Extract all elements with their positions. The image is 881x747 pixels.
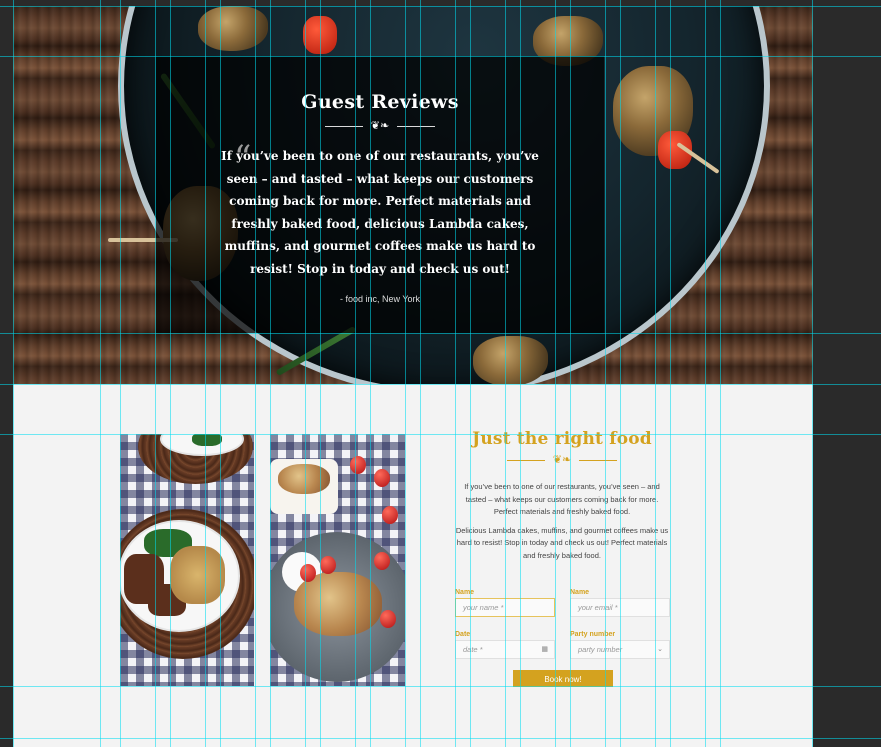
quote-icon: “ [234,138,252,178]
review-text: If you’ve been to one of our restaurants… [221,149,539,276]
calendar-icon[interactable]: ▦ [541,641,548,658]
food-photo-right [270,434,405,686]
ornament-flourish-icon: ❦❧ [325,121,435,133]
section-title: Guest Reviews [301,91,459,113]
date-placeholder: date * [463,645,483,654]
info-paragraph: If you’ve been to one of our restaurants… [464,482,660,516]
food-photo-left [120,434,254,686]
email-label: Name [570,589,590,596]
date-field: Date date * ▦ [455,630,555,659]
booking-section: Just the right food ❦❧ If you’ve been to… [13,384,813,747]
party-number-field: Party number party number ⌄ [570,630,670,659]
name-input[interactable]: your name * [455,598,555,617]
guest-reviews-section: Guest Reviews ❦❧ “ If you’ve been to one… [13,6,813,384]
date-input[interactable]: date * ▦ [455,640,555,659]
review-author: - food inc, New York [339,294,421,304]
date-label: Date [455,631,471,638]
name-label: Name [455,589,475,596]
info-block: Just the right food ❦❧ If you’ve been to… [453,429,671,562]
email-field: Name your email * [570,588,670,617]
name-field: Name your name * [455,588,555,617]
email-input[interactable]: your email * [570,598,670,617]
info-title: Just the right food [472,429,652,449]
book-now-button[interactable]: Book now! [513,670,613,687]
skewer-image [473,336,548,384]
party-number-placeholder: party number [578,645,623,654]
party-number-label: Party number [570,631,616,638]
name-placeholder: your name * [463,603,504,612]
email-placeholder: your email * [578,603,618,612]
party-number-select[interactable]: party number ⌄ [570,640,670,659]
ornament-flourish-icon: ❦❧ [507,455,617,467]
chevron-down-icon[interactable]: ⌄ [657,641,663,658]
review-box: Guest Reviews ❦❧ “ If you’ve been to one… [156,56,604,333]
page-canvas: Guest Reviews ❦❧ “ If you’ve been to one… [13,6,813,747]
pepper-image [303,16,337,54]
skewer-image [198,6,268,51]
info-paragraph: Delicious Lambda cakes, muffins, and gou… [455,525,669,560]
